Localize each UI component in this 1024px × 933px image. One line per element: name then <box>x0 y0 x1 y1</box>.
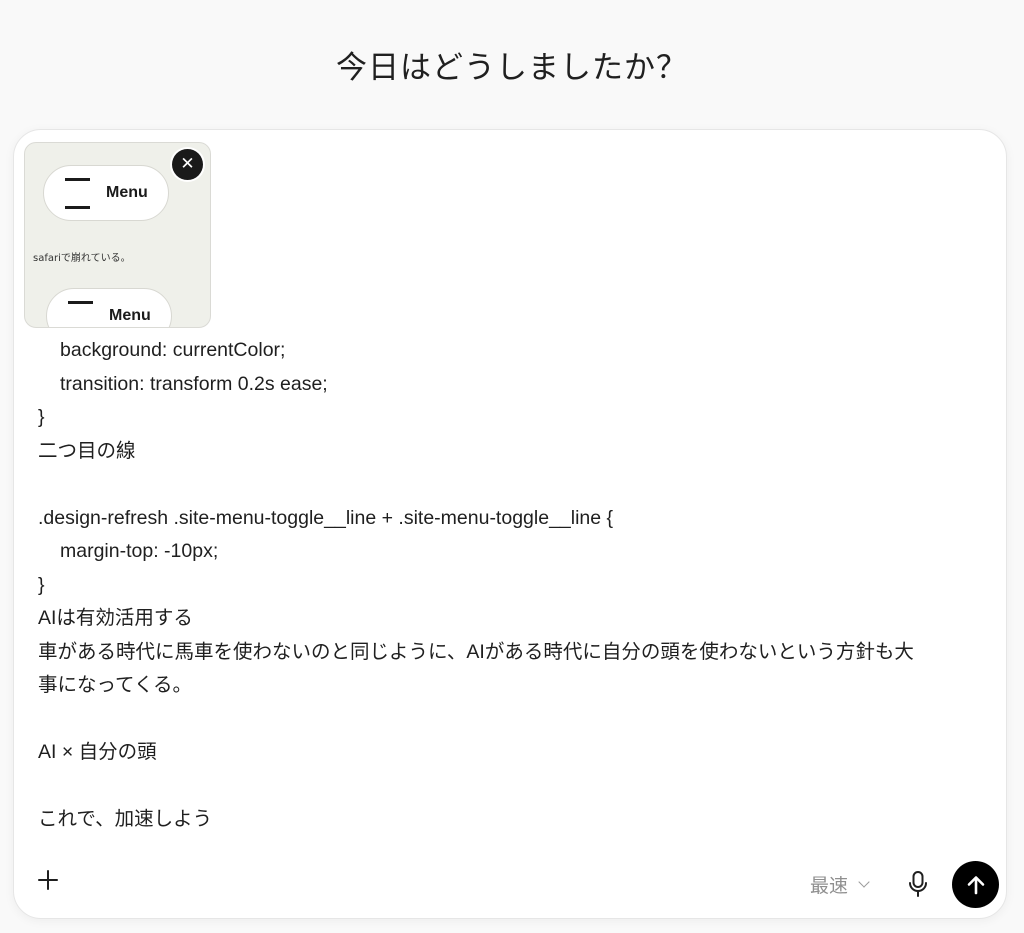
microphone-icon <box>909 871 927 897</box>
text-line <box>38 770 988 804</box>
text-line: } <box>38 573 45 596</box>
model-label: 最速 <box>810 875 849 897</box>
text-line: これで、加速しよう <box>38 808 213 830</box>
arrow-up-icon <box>967 875 984 894</box>
page-title: 今日はどうしましたか？ <box>336 50 688 86</box>
thumbnail-menu-pill: Menu <box>43 165 169 221</box>
text-line: 二つ目の線 <box>38 439 136 462</box>
text-line: background: currentColor; <box>60 339 286 361</box>
model-selector[interactable]: 最速 <box>810 871 870 898</box>
thumbnail-menu-label: Menu <box>109 307 151 324</box>
text-line <box>38 703 988 737</box>
hamburger-icon <box>68 301 93 327</box>
text-line: AI × 自分の頭 <box>38 741 157 763</box>
message-composer[interactable]: Menu safariで崩れている。 Menu ✕ background: cu… <box>13 129 1007 919</box>
thumbnail-caption: safariで崩れている。 <box>33 253 131 264</box>
send-button[interactable] <box>952 861 999 908</box>
hamburger-icon <box>65 178 90 209</box>
close-icon: ✕ <box>180 154 195 174</box>
text-line: } <box>38 406 45 428</box>
text-line: margin-top: -10px; <box>60 540 219 562</box>
text-line: AIは有効活用する <box>38 607 193 629</box>
thumbnail-menu-pill: Menu <box>46 288 172 327</box>
chevron-down-icon <box>858 876 870 888</box>
text-line: 事になってくる。 <box>38 674 193 696</box>
text-line: .design-refresh .site-menu-toggle__line … <box>38 506 614 529</box>
add-attachment-button[interactable] <box>36 868 60 892</box>
voice-input-button[interactable] <box>906 870 930 898</box>
remove-attachment-button[interactable]: ✕ <box>172 149 203 180</box>
text-line <box>38 468 988 502</box>
text-line: 車がある時代に馬車を使わないのと同じように、AIがある時代に自分の頭を使わないと… <box>38 640 914 663</box>
message-input[interactable]: background: currentColor; transition: tr… <box>38 334 988 837</box>
chat-page: 今日はどうしましたか？ Menu safariで崩れている。 Menu ✕ ba… <box>0 0 1024 933</box>
thumbnail-menu-label: Menu <box>106 184 148 201</box>
text-line: transition: transform 0.2s ease; <box>60 372 328 395</box>
